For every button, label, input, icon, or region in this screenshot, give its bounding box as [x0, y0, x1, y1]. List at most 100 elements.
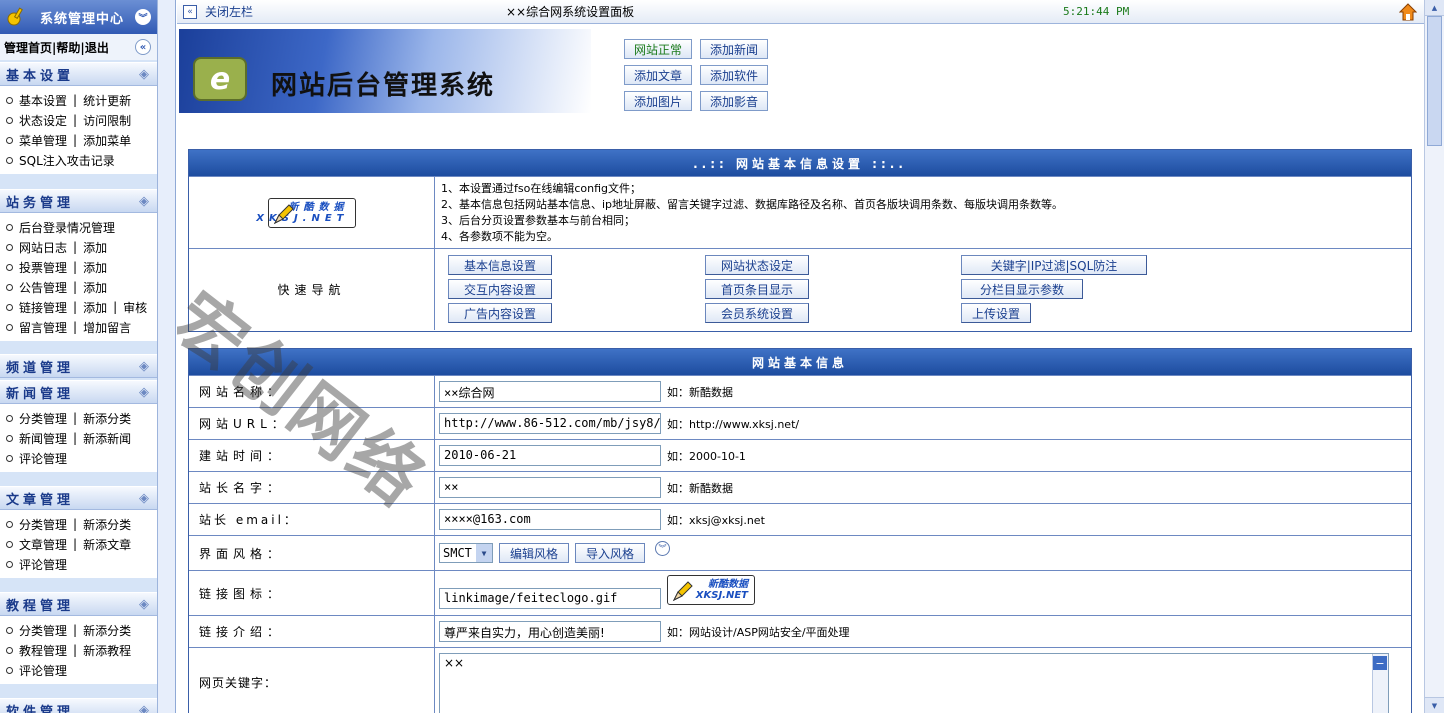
sidebar-item: SQL注入攻击记录: [6, 150, 157, 170]
sidebar-section-title[interactable]: 文章管理 ◈: [0, 486, 157, 510]
sidebar-link[interactable]: SQL注入攻击记录: [19, 152, 115, 169]
quick-button[interactable]: 网站正常: [624, 39, 692, 59]
quick-nav-button[interactable]: 关键字|IP过滤|SQL防注: [961, 255, 1147, 275]
quick-button[interactable]: 添加软件: [700, 65, 768, 85]
bullet-icon: [6, 540, 13, 548]
bullet-icon: [6, 156, 13, 164]
sidebar-link[interactable]: 添加菜单: [83, 132, 131, 149]
sidebar-link[interactable]: 访问限制: [83, 112, 131, 129]
scroll-up-icon[interactable]: ▲: [1425, 0, 1444, 16]
field-input[interactable]: http://www.86-512.com/mb/jsy8/K: [439, 413, 661, 434]
site-info-panel: 网站基本信息 网站名称： ××综合网 如：新酷数据 网站URL： http://www.…: [188, 348, 1412, 713]
sidebar-link[interactable]: 留言管理: [19, 319, 67, 336]
sidebar-link[interactable]: 评论管理: [19, 556, 67, 573]
help-link[interactable]: 帮助: [56, 41, 80, 55]
quick-nav-button[interactable]: 交互内容设置: [448, 279, 552, 299]
sidebar-header: 系统管理中心 ︾: [0, 0, 157, 34]
separator: |: [73, 260, 78, 274]
sidebar-item: 投票管理 | 添加: [6, 257, 157, 277]
sidebar-link[interactable]: 菜单管理: [19, 132, 67, 149]
sidebar-link[interactable]: 分类管理: [19, 622, 67, 639]
sidebar-section-title[interactable]: 频道管理 ◈: [0, 354, 157, 378]
sidebar-link[interactable]: 新添分类: [83, 516, 131, 533]
icon-input[interactable]: linkimage/feiteclogo.gif: [439, 588, 661, 609]
minus-icon[interactable]: −: [1373, 656, 1387, 670]
keywords-textarea[interactable]: ×× −: [439, 653, 1389, 713]
sidebar-scrollbar[interactable]: [157, 0, 175, 713]
intro-input[interactable]: 尊严来自实力，用心创造美丽!: [439, 621, 661, 642]
quick-nav-button[interactable]: 上传设置: [961, 303, 1031, 323]
sidebar-link[interactable]: 评论管理: [19, 662, 67, 679]
close-left-link[interactable]: 关闭左栏: [205, 3, 253, 20]
quick-nav-button[interactable]: 广告内容设置: [448, 303, 552, 323]
sidebar-link[interactable]: 添加: [83, 299, 107, 316]
sidebar-link[interactable]: 新添分类: [83, 410, 131, 427]
expand-icon[interactable]: ︾: [655, 540, 671, 556]
logout-link[interactable]: 退出: [85, 41, 109, 55]
quick-button[interactable]: 添加图片: [624, 91, 692, 111]
sidebar-link[interactable]: 统计更新: [83, 92, 131, 109]
sidebar-link[interactable]: 新添分类: [83, 622, 131, 639]
sidebar-link[interactable]: 分类管理: [19, 410, 67, 427]
main-scrollbar[interactable]: ▲ ▼: [1424, 0, 1444, 713]
sidebar-link[interactable]: 分类管理: [19, 516, 67, 533]
banner: e 网站后台管理系统: [179, 29, 591, 113]
sidebar-link[interactable]: 添加: [83, 259, 107, 276]
sidebar-link[interactable]: 添加: [83, 239, 107, 256]
sidebar-link[interactable]: 公告管理: [19, 279, 67, 296]
quick-button[interactable]: 添加文章: [624, 65, 692, 85]
close-left-icon[interactable]: «: [183, 4, 197, 19]
edit-style-button[interactable]: 编辑风格: [499, 543, 570, 563]
quick-button[interactable]: 添加新闻: [700, 39, 768, 59]
quick-nav-button[interactable]: 首页条目显示: [705, 279, 809, 299]
field-input[interactable]: ××综合网: [439, 381, 661, 402]
admin-home-link[interactable]: 管理首页: [4, 41, 52, 55]
sidebar-link[interactable]: 投票管理: [19, 259, 67, 276]
style-select[interactable]: SMCT ▼: [439, 543, 493, 563]
sidebar-link[interactable]: 基本设置: [19, 92, 67, 109]
sidebar-link[interactable]: 网站日志: [19, 239, 67, 256]
quick-button[interactable]: 添加影音: [700, 91, 768, 111]
quick-nav-button[interactable]: 会员系统设置: [705, 303, 809, 323]
collapse-left-icon[interactable]: «: [135, 39, 151, 55]
sidebar-link[interactable]: 新添教程: [83, 642, 131, 659]
sidebar-link[interactable]: 状态设定: [19, 112, 67, 129]
sidebar-link[interactable]: 新添新闻: [83, 430, 131, 447]
quick-nav-button[interactable]: 网站状态设定: [705, 255, 809, 275]
sidebar-link[interactable]: 评论管理: [19, 450, 67, 467]
sidebar-section-title[interactable]: 新闻管理 ◈: [0, 380, 157, 404]
sidebar-link[interactable]: 审核: [123, 299, 147, 316]
scroll-thumb[interactable]: [1427, 16, 1442, 146]
sidebar-section-title[interactable]: 站务管理 ◈: [0, 189, 157, 213]
scroll-down-icon[interactable]: ▼: [1425, 697, 1444, 713]
sidebar-link[interactable]: 后台登录情况管理: [19, 219, 115, 236]
quick-nav-button[interactable]: 基本信息设置: [448, 255, 552, 275]
sidebar-link[interactable]: 链接管理: [19, 299, 67, 316]
sidebar-section-body: 分类管理 | 新添分类 新闻管理 | 新添新闻 评论管理: [0, 404, 157, 472]
quick-nav-button[interactable]: 分栏目显示参数: [961, 279, 1083, 299]
separator: |: [73, 320, 78, 334]
sidebar-section-title[interactable]: 基本设置 ◈: [0, 62, 157, 86]
field-input[interactable]: ××××@163.com: [439, 509, 661, 530]
sidebar-section-body: 分类管理 | 新添分类 教程管理 | 新添教程 评论管理: [0, 616, 157, 684]
field-input[interactable]: ××: [439, 477, 661, 498]
sidebar-section-title[interactable]: 软件管理 ◈: [0, 698, 157, 713]
xksj-badge: 新酷数据 XKSJ.NET: [256, 197, 356, 228]
sidebar-links: 管理首页|帮助|退出 «: [0, 34, 157, 60]
badge-cell: 新酷数据 XKSJ.NET: [189, 177, 435, 248]
section-icon: ◈: [139, 596, 149, 612]
sidebar-section-title[interactable]: 教程管理 ◈: [0, 592, 157, 616]
collapse-icon[interactable]: ︾: [135, 9, 151, 25]
sidebar-link[interactable]: 教程管理: [19, 642, 67, 659]
sidebar-link[interactable]: 增加留言: [83, 319, 131, 336]
sidebar-section: 教程管理 ◈ 分类管理 | 新添分类 教程管理 | 新添教程 评论管理: [0, 592, 157, 684]
sidebar-link[interactable]: 文章管理: [19, 536, 67, 553]
home-icon[interactable]: [1398, 3, 1418, 24]
sidebar-section: 文章管理 ◈ 分类管理 | 新添分类 文章管理 | 新添文章 评论管理: [0, 486, 157, 578]
sidebar-section-body: 后台登录情况管理 网站日志 | 添加 投票管理 | 添加 公告管理 | 添加 链接管理 | 添加 | 审核留…: [0, 213, 157, 341]
field-input[interactable]: 2010-06-21: [439, 445, 661, 466]
sidebar-link[interactable]: 新添文章: [83, 536, 131, 553]
sidebar-link[interactable]: 添加: [83, 279, 107, 296]
import-style-button[interactable]: 导入风格: [575, 543, 646, 563]
sidebar-link[interactable]: 新闻管理: [19, 430, 67, 447]
